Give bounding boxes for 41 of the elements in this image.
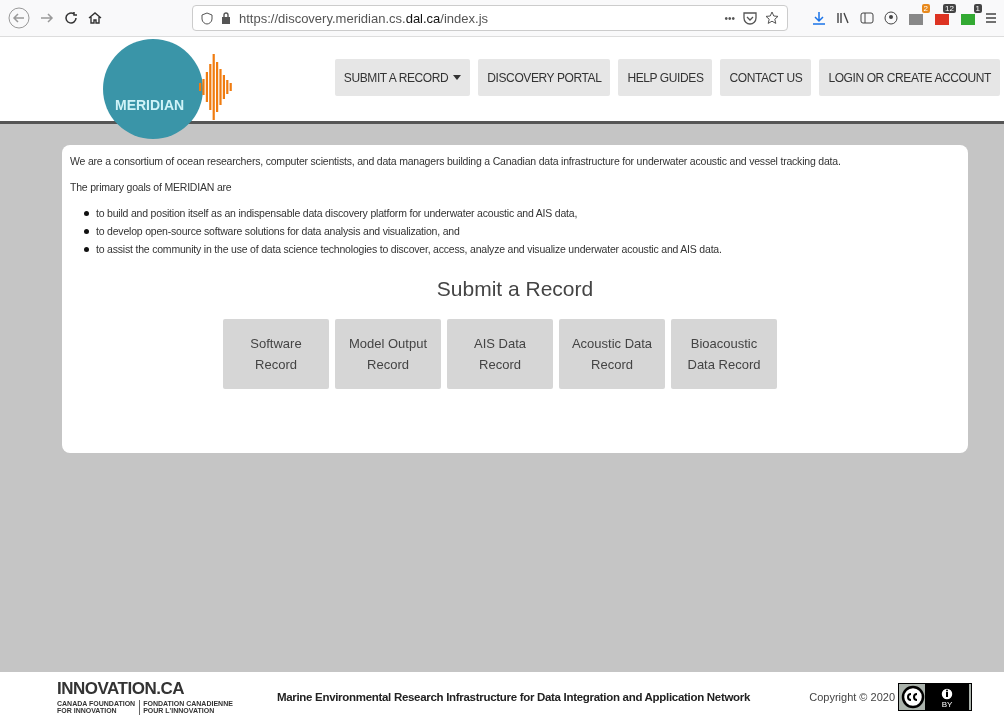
intro-text: We are a consortium of ocean researchers, computer scientists, and data managers building a Canadian data infrastructure for underwater acoustic and vessel tracking data.	[70, 155, 842, 167]
goal-text: to develop open-source software solutions for data analysis and visualization, and	[96, 225, 460, 237]
footer-tagline: Marine Environmental Research Infrastructure for Data Integration and Application Network	[276, 691, 751, 703]
record-button[interactable]: Model Output Record	[335, 319, 441, 389]
extension-badge: 12	[943, 4, 956, 13]
license-badge[interactable]: BY	[898, 683, 972, 711]
bullet-icon	[84, 246, 89, 252]
home-icon[interactable]	[88, 11, 102, 25]
nav-link[interactable]: SUBMIT A RECORD	[334, 59, 471, 96]
record-button[interactable]: Bioacoustic Data Record	[671, 319, 777, 389]
more-actions[interactable]: •••	[724, 12, 735, 24]
library-icon[interactable]	[836, 11, 850, 25]
nav-link[interactable]: CONTACT US	[720, 59, 812, 96]
goal-text: to assist the community in the use of data science technologies to discover, access, analyze and visualize underwater acoustic and AIS data.	[96, 243, 722, 255]
pocket-icon[interactable]	[743, 11, 757, 25]
star-icon[interactable]	[765, 11, 779, 25]
account-icon[interactable]	[884, 11, 898, 25]
address-bar[interactable]: https://discovery.meridian.cs.dal.ca/index.js •••	[192, 5, 788, 31]
copyright-text: Copyright © 2020	[809, 691, 895, 703]
menu-icon[interactable]	[986, 12, 996, 24]
bullet-icon	[84, 210, 89, 216]
lock-icon	[221, 12, 231, 24]
extension-badge: 1	[973, 4, 982, 13]
record-button[interactable]: AIS Data Record	[447, 319, 553, 389]
url-text: https://discovery.meridian.cs.dal.ca/index.js	[239, 10, 489, 26]
nav-link[interactable]: LOGIN OR CREATE ACCOUNT	[819, 59, 1000, 96]
reload-icon[interactable]	[64, 11, 78, 25]
download-icon[interactable]	[812, 11, 826, 25]
sidebar-icon[interactable]	[860, 11, 874, 25]
forward-icon[interactable]	[40, 11, 54, 25]
nav-link[interactable]: HELP GUIDES	[618, 59, 713, 96]
extension-badge: 2	[921, 4, 930, 13]
record-button[interactable]: Software Record	[223, 319, 329, 389]
shield-icon	[201, 11, 213, 25]
nav-link[interactable]: DISCOVERY PORTAL	[478, 59, 611, 96]
record-button[interactable]: Acoustic Data Record	[559, 319, 665, 389]
back-icon[interactable]	[8, 7, 30, 29]
goals-heading: The primary goals of MERIDIAN are	[70, 181, 233, 193]
bullet-icon	[84, 228, 89, 234]
goal-text: to build and position itself as an indispensable data discovery platform for underwater acoustic and AIS data,	[96, 207, 578, 219]
section-title: Submit a Record	[435, 277, 595, 301]
